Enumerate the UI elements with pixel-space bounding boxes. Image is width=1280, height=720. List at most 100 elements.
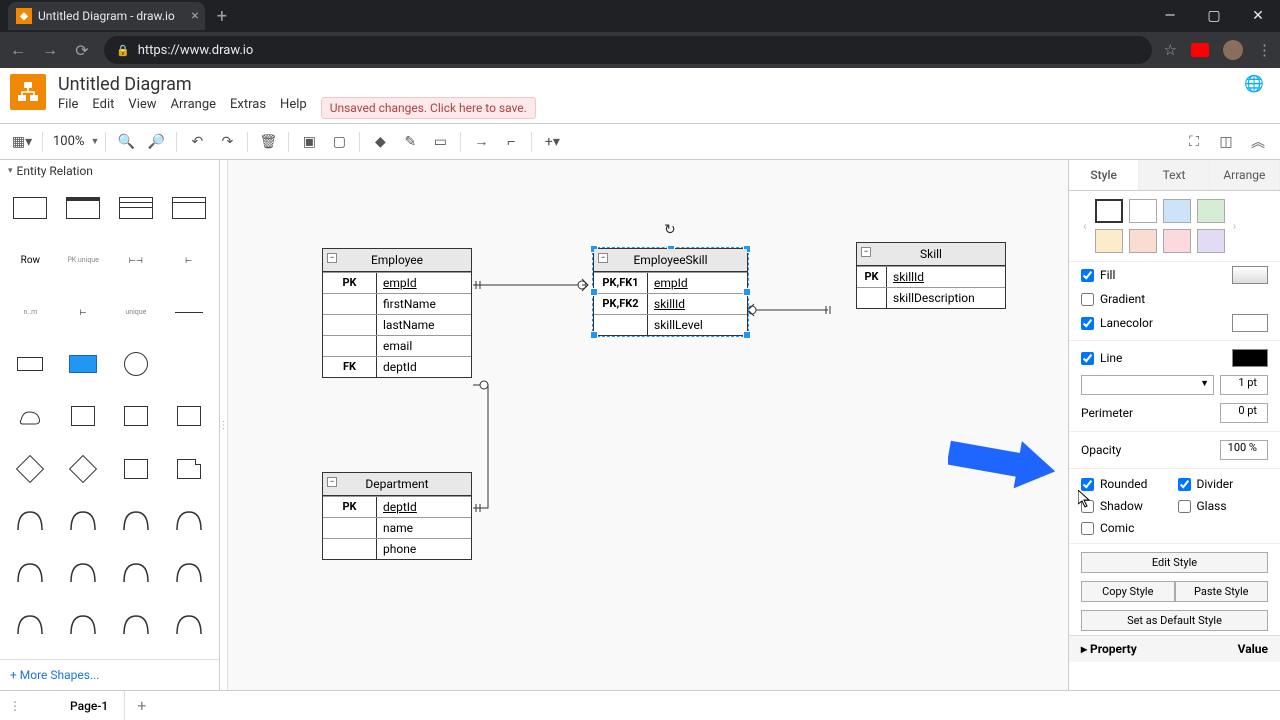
page-tab[interactable]: Page-1 <box>54 691 125 720</box>
shape-thumb[interactable] <box>164 449 213 489</box>
edit-style-button[interactable]: Edit Style <box>1081 552 1268 573</box>
shape-thumb[interactable]: ⊢ <box>59 292 108 332</box>
unsaved-banner[interactable]: Unsaved changes. Click here to save. <box>321 97 536 119</box>
shape-thumb[interactable] <box>59 344 108 384</box>
swatch[interactable] <box>1197 229 1225 253</box>
shape-thumb[interactable] <box>59 501 108 541</box>
line-color[interactable] <box>1232 349 1268 367</box>
perimeter-input[interactable]: 0 pt <box>1220 403 1268 423</box>
reload-icon[interactable]: ⟳ <box>72 41 92 60</box>
swatch[interactable] <box>1129 229 1157 253</box>
shape-thumb[interactable] <box>6 396 55 436</box>
more-shapes-button[interactable]: + More Shapes... <box>0 659 219 690</box>
waypoint-icon[interactable]: ⌐ <box>497 128 525 156</box>
language-icon[interactable]: 🌐 <box>1244 74 1270 93</box>
minimize-icon[interactable]: — <box>1148 8 1192 24</box>
shape-thumb[interactable] <box>6 449 55 489</box>
shape-thumb[interactable] <box>164 605 213 645</box>
shape-thumb[interactable] <box>112 344 161 384</box>
shape-thumb[interactable] <box>164 396 213 436</box>
lanecolor-color[interactable] <box>1232 314 1268 332</box>
swatch[interactable] <box>1163 199 1191 223</box>
table-employee-skill[interactable]: −EmployeeSkill PK,FK1empId PK,FK2skillId… <box>593 248 748 336</box>
shape-row-label[interactable]: Row <box>6 240 55 280</box>
collapse-icon[interactable]: ︽ <box>1244 128 1272 156</box>
menu-help[interactable]: Help <box>280 97 307 112</box>
line-checkbox[interactable] <box>1081 352 1094 365</box>
extension-icon[interactable] <box>1191 43 1209 57</box>
gradient-checkbox[interactable] <box>1081 293 1094 306</box>
chevron-right-icon[interactable]: › <box>1231 219 1239 233</box>
shape-thumb[interactable] <box>164 292 213 332</box>
zoom-out-icon[interactable]: 🔎 <box>142 128 170 156</box>
back-icon[interactable]: ← <box>8 40 28 60</box>
shape-thumb[interactable]: unique <box>112 292 161 332</box>
bookmark-icon[interactable]: ☆ <box>1164 41 1177 59</box>
line-style-select[interactable]: ▼ <box>1081 375 1214 395</box>
swatch[interactable] <box>1095 229 1123 253</box>
forward-icon[interactable]: → <box>40 40 60 60</box>
tab-text[interactable]: Text <box>1139 160 1209 190</box>
tab-style[interactable]: Style <box>1069 160 1139 190</box>
table-department[interactable]: −Department PKdeptId name phone <box>322 472 472 560</box>
page-menu-icon[interactable]: ⋮ <box>0 699 30 713</box>
rounded-checkbox[interactable] <box>1081 478 1094 491</box>
shape-thumb[interactable] <box>59 188 108 228</box>
table-skill[interactable]: −Skill PKskillId skillDescription <box>856 242 1006 309</box>
redo-icon[interactable]: ↷ <box>213 128 241 156</box>
menu-view[interactable]: View <box>128 97 156 112</box>
line-color-icon[interactable]: ✎ <box>396 128 424 156</box>
default-style-button[interactable]: Set as Default Style <box>1081 610 1268 631</box>
collapse-icon[interactable]: − <box>598 253 608 263</box>
table-employee[interactable]: −Employee PKempId firstName lastName ema… <box>322 248 472 378</box>
shape-thumb[interactable]: n..m <box>6 292 55 332</box>
fill-color-icon[interactable]: ◆ <box>366 128 394 156</box>
to-back-icon[interactable]: ▢ <box>325 128 353 156</box>
shape-thumb[interactable] <box>112 449 161 489</box>
shape-thumb[interactable] <box>59 605 108 645</box>
chevron-left-icon[interactable]: ‹ <box>1081 219 1089 233</box>
new-tab-button[interactable]: + <box>205 6 239 27</box>
divider-checkbox[interactable] <box>1178 478 1191 491</box>
shape-thumb[interactable] <box>59 553 108 593</box>
swatch[interactable] <box>1129 199 1157 223</box>
shape-thumb[interactable] <box>164 501 213 541</box>
shape-thumb[interactable]: ⊢⊣ <box>112 240 161 280</box>
shape-thumb[interactable]: ⊢ <box>164 240 213 280</box>
shape-thumb[interactable] <box>112 188 161 228</box>
rotate-handle-icon[interactable]: ↻ <box>664 222 676 238</box>
swatch[interactable] <box>1163 229 1191 253</box>
shape-thumb[interactable] <box>112 501 161 541</box>
line-width-input[interactable]: 1 pt <box>1220 375 1268 395</box>
shape-thumb[interactable] <box>164 188 213 228</box>
shape-thumb[interactable] <box>112 396 161 436</box>
shape-thumb[interactable] <box>59 449 108 489</box>
comic-checkbox[interactable] <box>1081 522 1094 535</box>
shape-thumb[interactable]: PK unique <box>59 240 108 280</box>
collapse-icon[interactable]: − <box>861 247 871 257</box>
menu-arrange[interactable]: Arrange <box>171 97 216 112</box>
paste-style-button[interactable]: Paste Style <box>1175 581 1269 602</box>
swatch[interactable] <box>1197 199 1225 223</box>
splitter[interactable]: ⋮ <box>220 160 228 690</box>
lanecolor-checkbox[interactable] <box>1081 317 1094 330</box>
collapse-icon[interactable]: − <box>327 477 337 487</box>
zoom-in-icon[interactable]: 🔍 <box>112 128 140 156</box>
shape-thumb[interactable] <box>6 605 55 645</box>
shadow-icon[interactable]: ▭ <box>426 128 454 156</box>
close-icon[interactable]: × <box>191 8 198 24</box>
collapse-icon[interactable]: − <box>327 253 337 263</box>
menu-extras[interactable]: Extras <box>230 97 266 112</box>
insert-icon[interactable]: +▾ <box>538 128 566 156</box>
menu-file[interactable]: File <box>58 97 78 112</box>
swatch[interactable] <box>1095 199 1123 223</box>
view-mode-icon[interactable]: ▦▾ <box>8 128 36 156</box>
sidebar-section-title[interactable]: Entity Relation <box>0 160 219 182</box>
shape-thumb[interactable] <box>6 501 55 541</box>
connection-icon[interactable]: → <box>467 128 495 156</box>
shape-thumb[interactable] <box>59 396 108 436</box>
menu-edit[interactable]: Edit <box>92 97 114 112</box>
shape-thumb[interactable] <box>112 553 161 593</box>
shape-thumb[interactable] <box>6 188 55 228</box>
tab-arrange[interactable]: Arrange <box>1210 160 1280 190</box>
